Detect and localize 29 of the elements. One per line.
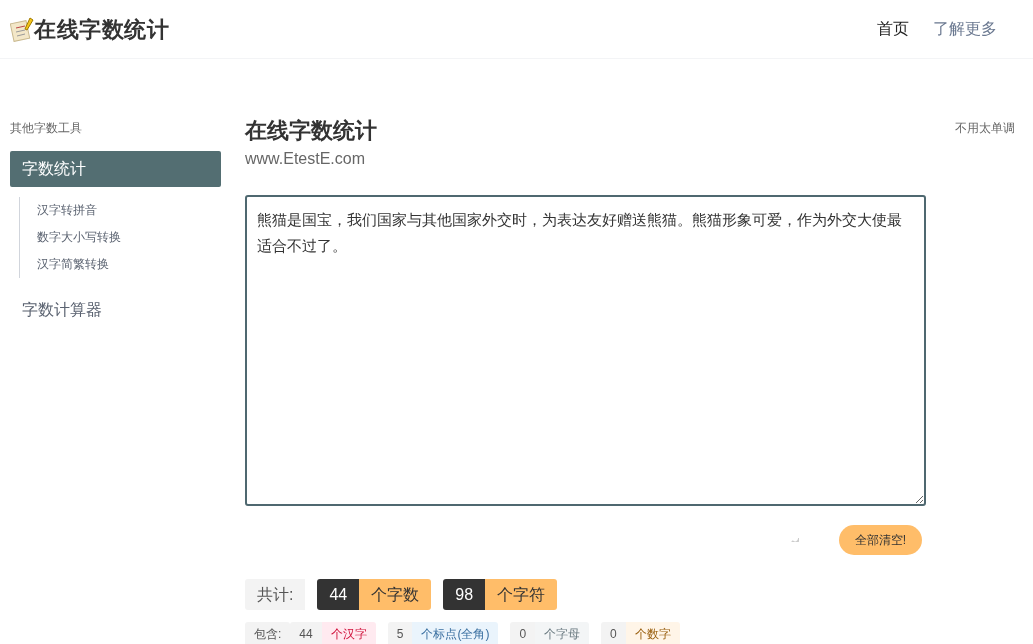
- count-value: 0: [510, 621, 536, 644]
- clear-all-button[interactable]: 全部清空!: [838, 524, 922, 555]
- count-unit: 个标点(全角): [412, 621, 499, 644]
- sidebar-subitem[interactable]: 汉字简繁转换: [37, 251, 221, 278]
- count-value: 98: [443, 578, 486, 610]
- count-value: 44: [317, 578, 360, 610]
- nav-link[interactable]: 了解更多: [933, 17, 997, 41]
- breakdown-label: 包含:: [245, 621, 291, 644]
- sidebar-subitem[interactable]: 数字大小写转换: [37, 224, 221, 251]
- site-logo[interactable]: 在线字数统计: [34, 12, 170, 46]
- page-title: 在线字数统计: [245, 117, 378, 145]
- count-unit: 个字数: [359, 578, 432, 610]
- count-unit: 个字符: [485, 578, 558, 610]
- count-unit: 个数字: [625, 621, 680, 644]
- count-value: 5: [387, 621, 413, 644]
- count-value: 0: [601, 621, 626, 644]
- side-note: 不用太单调: [955, 120, 1015, 137]
- count-value: 44: [290, 621, 322, 644]
- sidebar-item[interactable]: 字数统计: [10, 151, 221, 187]
- count-unit: 个字母: [535, 621, 590, 644]
- sidebar-subitem[interactable]: 汉字转拼音: [37, 197, 221, 224]
- page-subtitle: www.EtestE.com: [245, 148, 367, 169]
- sidebar-heading: 其他字数工具: [10, 120, 83, 137]
- totals-label: 共计:: [245, 578, 306, 610]
- sidebar-item[interactable]: 字数计算器: [10, 292, 221, 328]
- count-unit: 个汉字: [321, 621, 376, 644]
- nav-link[interactable]: 首页: [877, 17, 909, 41]
- notepad-pencil-icon: [10, 16, 34, 42]
- text-input-field[interactable]: 熊猫是国宝，我们国家与其他国家外交时，为表达友好赠送熊猫。熊猫形象可爱，作为外交大使最适合不过了。: [245, 194, 926, 506]
